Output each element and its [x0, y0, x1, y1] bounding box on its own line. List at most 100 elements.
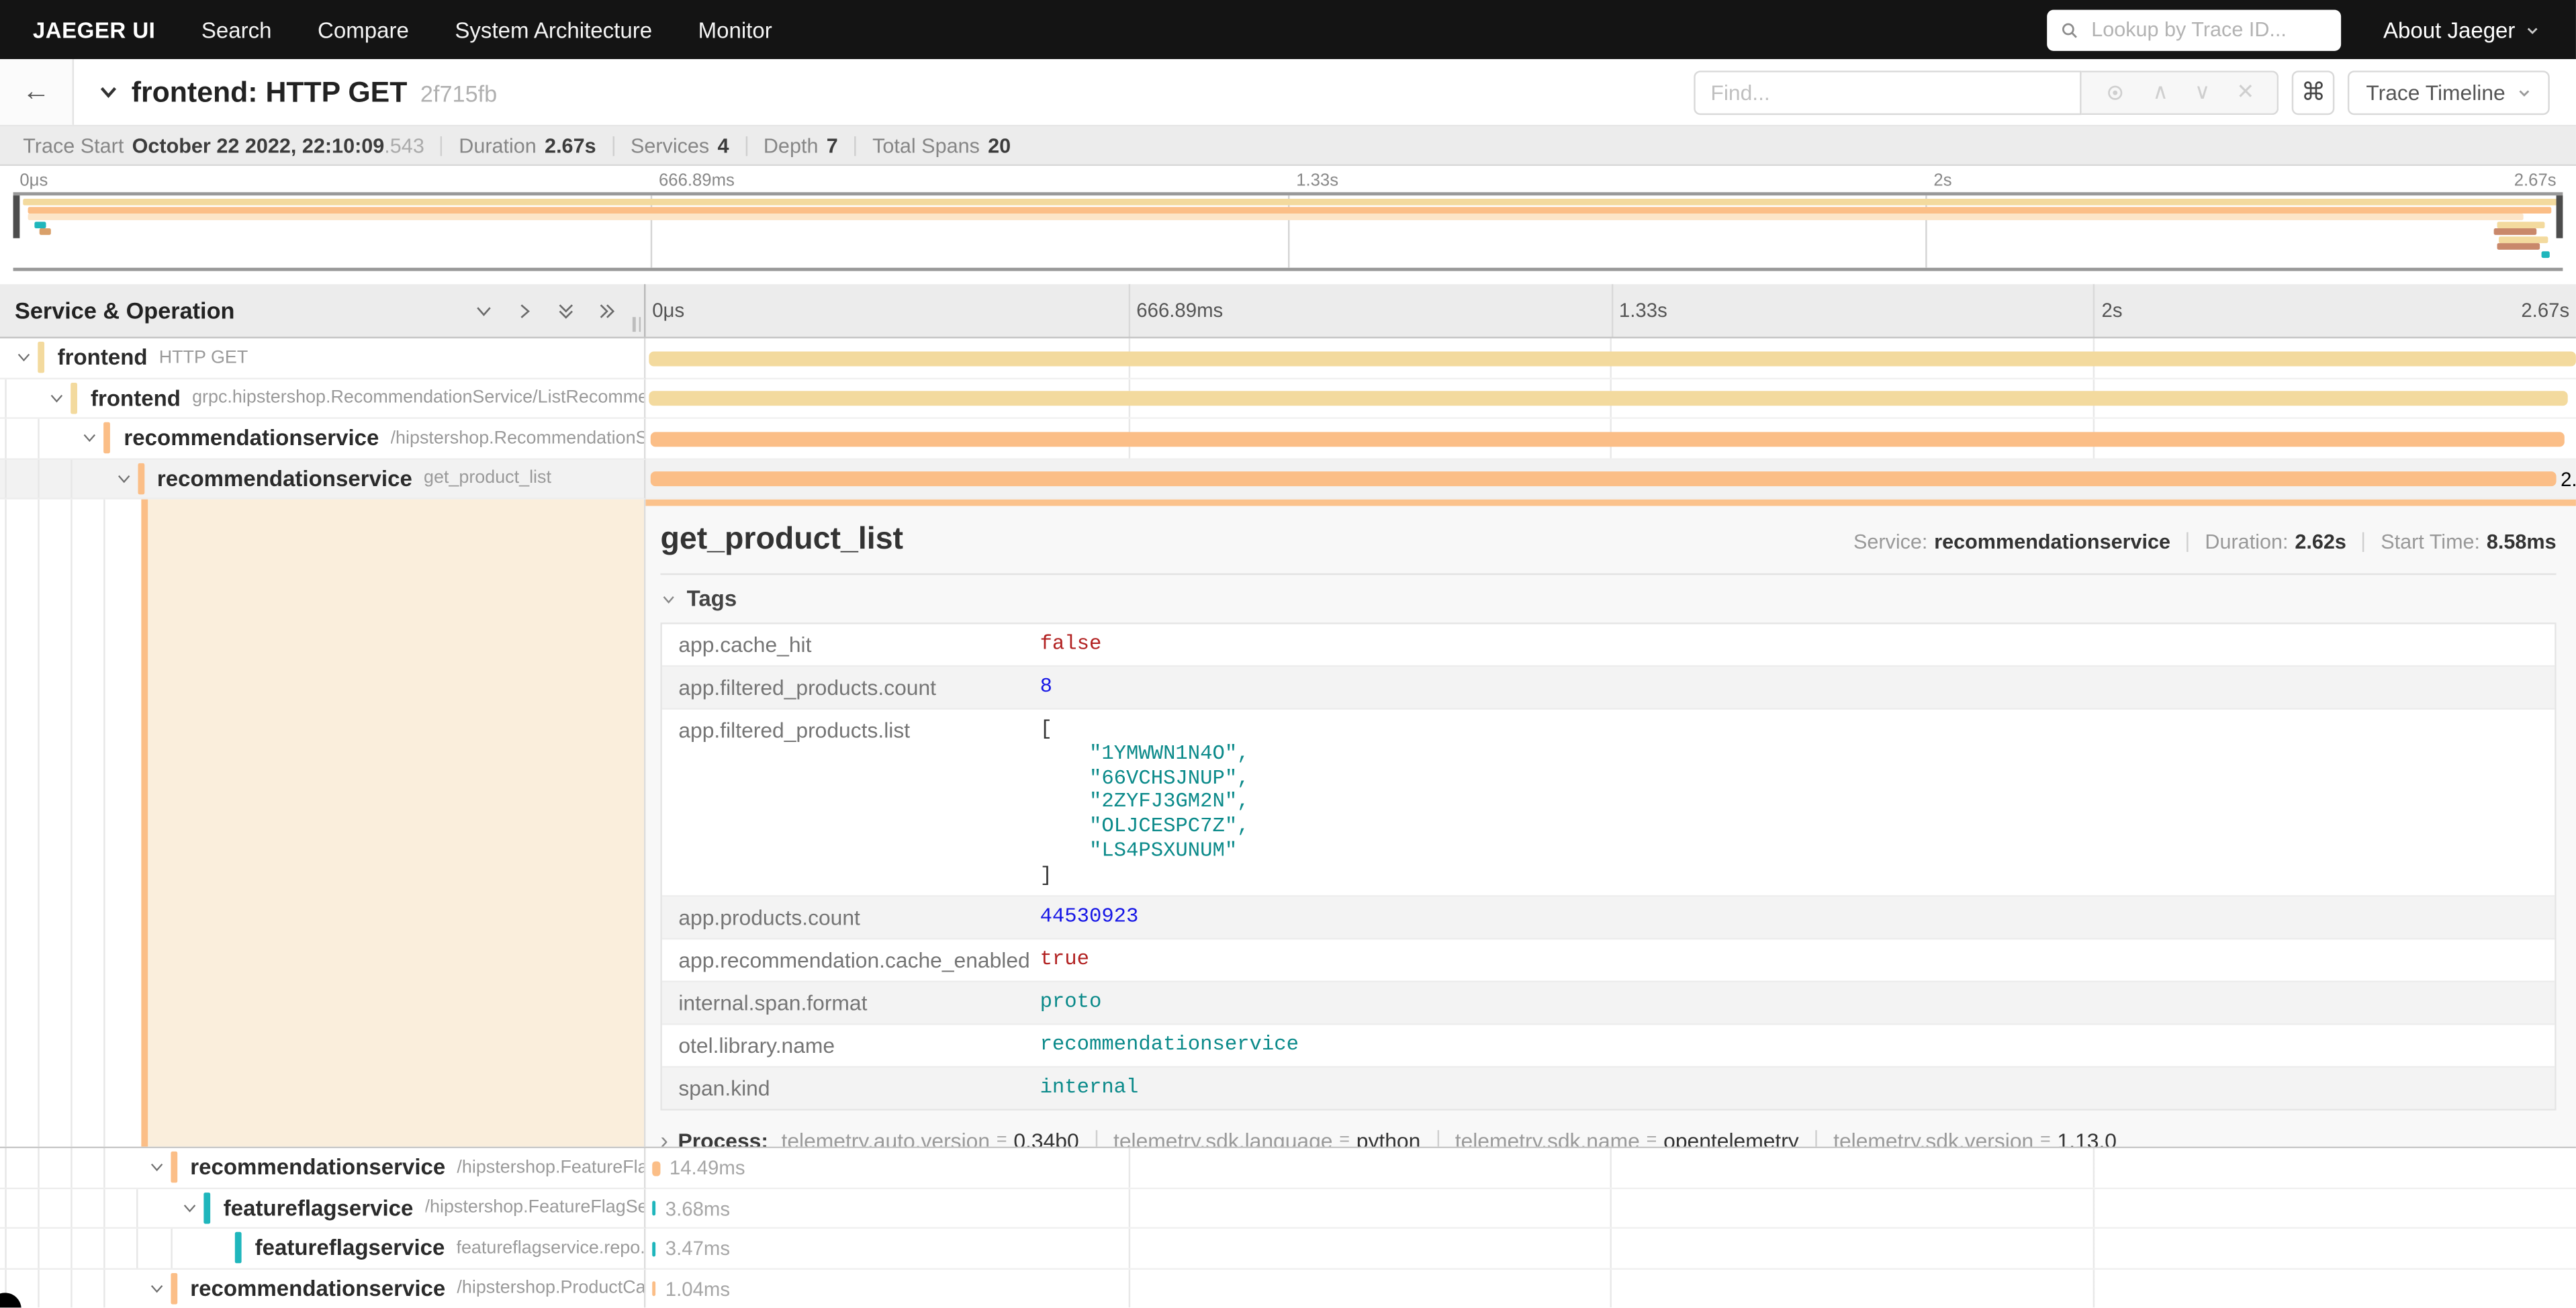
span-timeline-cell[interactable] [645, 379, 2576, 419]
tick-label: 0μs [19, 171, 48, 190]
chevron-down-icon [2517, 85, 2532, 99]
span-timeline-cell[interactable]: 1.04ms [645, 1269, 2576, 1308]
span-bar[interactable] [652, 1160, 659, 1175]
trace-view-selector[interactable]: Trace Timeline [2348, 70, 2549, 114]
collapse-one-icon[interactable] [473, 299, 495, 321]
tag-row[interactable]: app.recommendation.cache_enabledtrue [662, 940, 2555, 983]
tag-row[interactable]: app.filtered_products.list[ "1YMWWN1N4O"… [662, 710, 2555, 898]
prev-match-icon[interactable]: ∧ [2140, 79, 2181, 105]
span-name-cell[interactable]: featureflagservicefeatureflagservice.rep… [0, 1229, 645, 1269]
expand-all-icon[interactable] [596, 299, 618, 321]
span-row[interactable]: recommendationserviceget_product_list2.6… [0, 459, 2576, 500]
span-timeline-cell[interactable]: 3.68ms [645, 1188, 2576, 1229]
tag-row[interactable]: app.products.count44530923 [662, 897, 2555, 940]
find-input[interactable] [1694, 70, 2082, 114]
tag-row[interactable]: app.cache_hitfalse [662, 624, 2555, 667]
column-resize-handle[interactable] [633, 317, 641, 332]
indent-guide [103, 1148, 105, 1186]
span-name-cell[interactable]: recommendationservice/hipstershop.Produc… [0, 1269, 645, 1308]
collapse-children-chevron-icon[interactable] [148, 1279, 166, 1297]
jaeger-trace-page: JAEGER UI SearchCompareSystem Architectu… [0, 0, 2576, 1308]
trace-title-group[interactable]: frontend: HTTP GET 2f715fb [97, 75, 497, 109]
collapse-children-chevron-icon[interactable] [114, 469, 132, 487]
span-timeline-cell[interactable] [645, 419, 2576, 459]
tag-value: [ "1YMWWN1N4O", "66VCHSJNUP", "2ZYFJ3GM2… [1023, 710, 2555, 896]
span-timeline-cell[interactable]: 3.47ms [645, 1229, 2576, 1269]
operation-name: grpc.hipstershop.RecommendationService/L… [192, 388, 644, 408]
span-row[interactable]: recommendationservice/hipstershop.Produc… [0, 1269, 2576, 1308]
tag-row[interactable]: app.filtered_products.count8 [662, 667, 2555, 710]
collapse-children-chevron-icon[interactable] [81, 429, 99, 447]
span-bar[interactable] [652, 1281, 655, 1296]
span-rows-top: frontendHTTP GETfrontendgrpc.hipstershop… [0, 338, 2576, 500]
span-timeline-cell[interactable]: 2.62s [645, 459, 2576, 500]
indent-guide [4, 459, 5, 498]
tag-row[interactable]: span.kindinternal [662, 1068, 2555, 1109]
divider [612, 136, 614, 155]
span-bar[interactable] [649, 391, 2568, 406]
tag-row[interactable]: internal.span.formatproto [662, 983, 2555, 1026]
process-row[interactable]: › Process: telemetry.auto.version=0.34b0… [660, 1127, 2556, 1147]
span-row[interactable]: frontendHTTP GET [0, 338, 2576, 379]
app-brand[interactable]: JAEGER UI [33, 17, 155, 42]
span-name-cell[interactable]: frontendgrpc.hipstershop.RecommendationS… [0, 379, 645, 419]
span-timeline-cell[interactable]: 14.49ms [645, 1148, 2576, 1188]
span-name-cell[interactable]: recommendationserviceget_product_list [0, 459, 645, 500]
duration-label: Duration [459, 134, 537, 156]
trace-id-search-input[interactable] [2088, 16, 2327, 42]
minimap-left-scrubber[interactable] [13, 195, 20, 238]
indent-guide [103, 500, 105, 1147]
indent-guide [71, 1269, 72, 1307]
span-row[interactable]: recommendationservice/hipstershop.Featur… [0, 1148, 2576, 1188]
nav-item-system-architecture[interactable]: System Architecture [432, 17, 675, 42]
span-name-cell[interactable]: recommendationservice/hipstershop.Featur… [0, 1148, 645, 1188]
tags-section-toggle[interactable]: Tags [660, 586, 2556, 611]
minimap-right-scrubber[interactable] [2557, 195, 2563, 238]
span-detail-accent-bar [141, 500, 148, 1147]
span-bar[interactable] [652, 1241, 655, 1256]
nav-item-monitor[interactable]: Monitor [675, 17, 795, 42]
span-name-cell[interactable]: frontendHTTP GET [0, 338, 645, 379]
nav-item-compare[interactable]: Compare [295, 17, 432, 42]
span-row[interactable]: featureflagservice/hipstershop.FeatureFl… [0, 1188, 2576, 1229]
back-button[interactable]: ← [0, 59, 74, 125]
span-row[interactable]: frontendgrpc.hipstershop.RecommendationS… [0, 379, 2576, 419]
collapse-trace-chevron-icon[interactable] [97, 80, 120, 111]
expand-one-icon[interactable] [514, 299, 536, 321]
divider [745, 136, 747, 155]
operation-name: featureflagservice.repo.query:fe... [456, 1238, 644, 1258]
collapse-all-icon[interactable] [555, 299, 577, 321]
span-bar[interactable] [651, 431, 2565, 446]
collapse-children-chevron-icon[interactable] [181, 1199, 199, 1217]
tag-row[interactable]: otel.library.namerecommendationservice [662, 1025, 2555, 1068]
span-name-cell[interactable]: featureflagservice/hipstershop.FeatureFl… [0, 1188, 645, 1229]
minimap-canvas[interactable] [13, 192, 2563, 271]
tag-key: app.filtered_products.count [662, 667, 1023, 708]
next-match-icon[interactable]: ∨ [2181, 79, 2223, 105]
span-bar[interactable] [651, 471, 2556, 486]
divider [660, 573, 2556, 575]
span-bar[interactable] [649, 351, 2576, 365]
nav-item-search[interactable]: Search [179, 17, 295, 42]
collapse-children-chevron-icon[interactable] [15, 348, 33, 367]
span-timeline-cell[interactable] [645, 338, 2576, 379]
span-row[interactable]: recommendationservice/hipstershop.Recomm… [0, 419, 2576, 459]
collapse-children-chevron-icon[interactable] [48, 389, 66, 407]
clear-find-icon[interactable]: ✕ [2223, 79, 2268, 105]
nav-menu: SearchCompareSystem ArchitectureMonitor [179, 17, 795, 42]
divider [1437, 1131, 1438, 1147]
span-row[interactable]: featureflagservicefeatureflagservice.rep… [0, 1229, 2576, 1269]
about-jaeger-menu[interactable]: About Jaeger [2383, 17, 2576, 42]
keyboard-shortcuts-button[interactable]: ⌘ [2292, 70, 2335, 114]
trace-id-search[interactable] [2046, 9, 2340, 50]
grid-line [2093, 284, 2095, 336]
span-bar[interactable] [652, 1201, 655, 1215]
process-tag: telemetry.sdk.name=opentelemetry [1455, 1128, 1799, 1147]
focus-match-icon[interactable] [2092, 81, 2140, 103]
collapse-children-chevron-icon[interactable] [148, 1158, 166, 1176]
minimap-span [2497, 221, 2545, 228]
span-name-cell[interactable]: recommendationservice/hipstershop.Recomm… [0, 419, 645, 459]
span-detail-row: get_product_list Service:recommendations… [0, 500, 2576, 1148]
minimap-span [24, 199, 2563, 206]
meta-label: Duration: [2205, 530, 2288, 553]
